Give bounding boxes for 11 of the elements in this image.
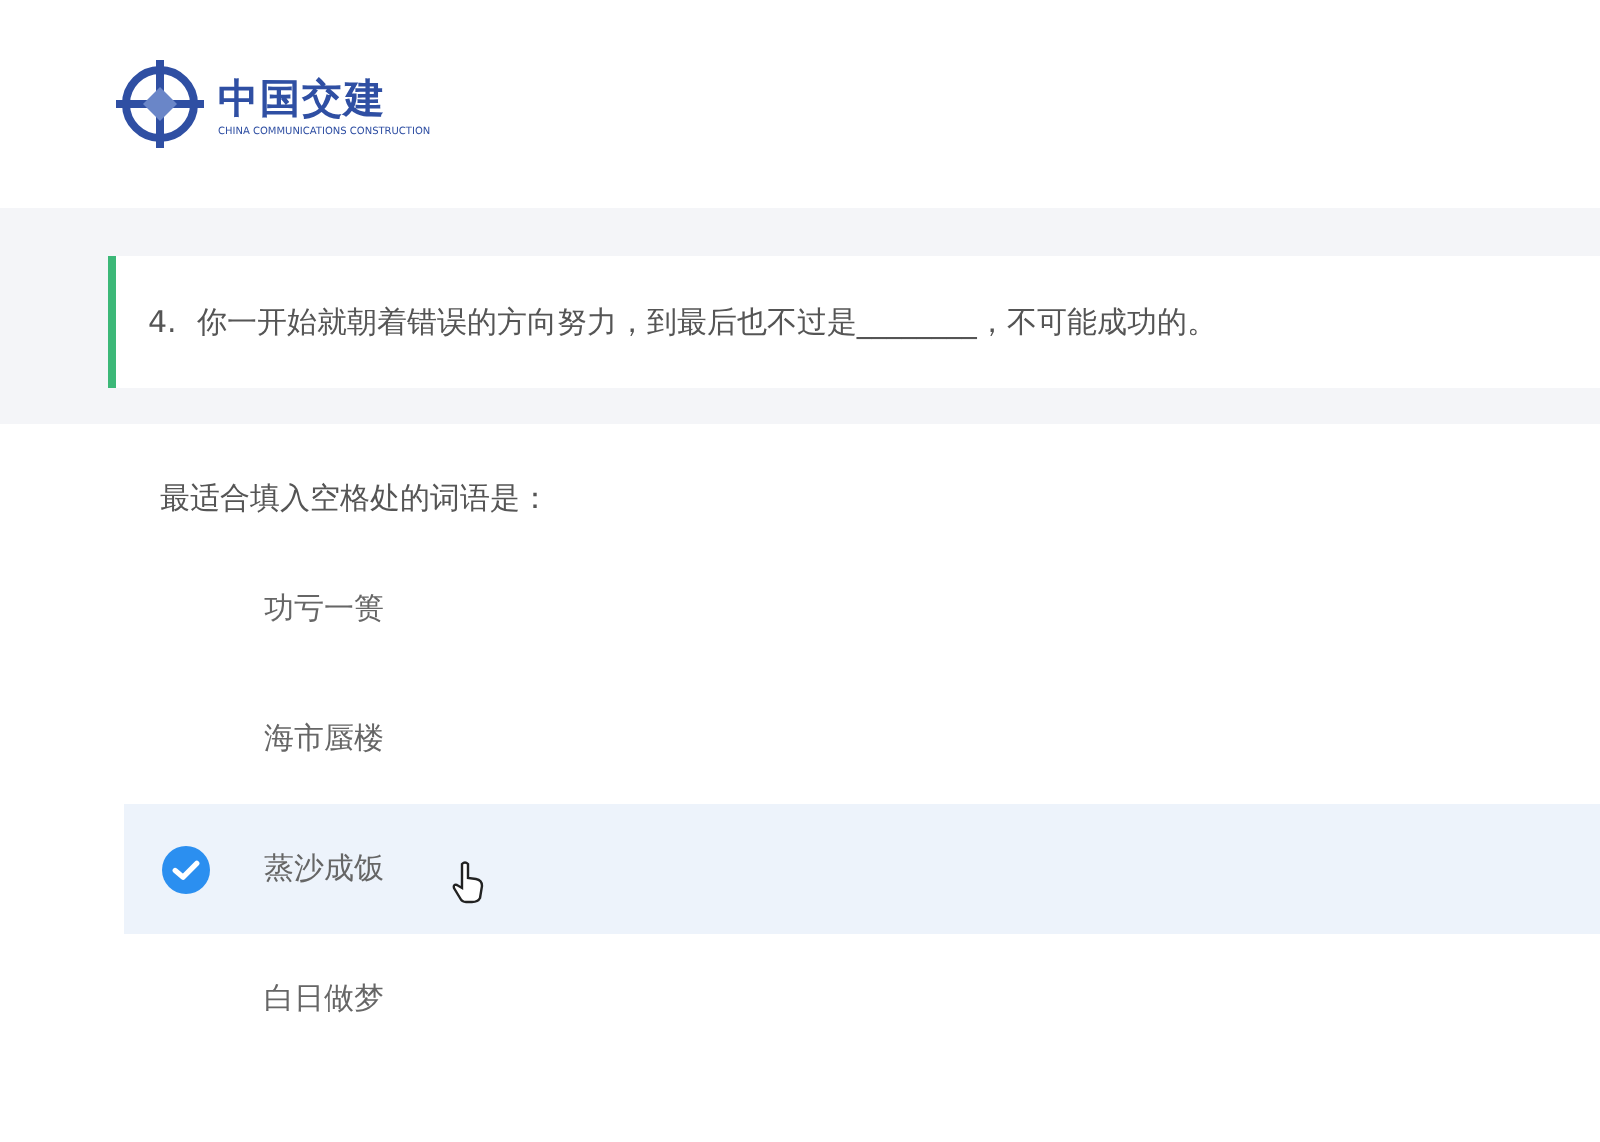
- answer-option[interactable]: 白日做梦: [124, 934, 1600, 1064]
- logo-name: 中国交建: [218, 71, 388, 125]
- logo-icon: [110, 54, 210, 154]
- question-number: 4.: [148, 304, 177, 340]
- check-icon: [162, 845, 210, 893]
- answer-option[interactable]: 功亏一篑: [124, 544, 1600, 674]
- pointer-hand-icon: [452, 859, 484, 903]
- answer-option[interactable]: 蒸沙成饭: [124, 804, 1600, 934]
- question-text: 你一开始就朝着错误的方向努力，到最后也不过是________，不可能成功的。: [196, 303, 1217, 341]
- answer-prompt: 最适合填入空格处的词语是：: [158, 480, 552, 520]
- answer-option[interactable]: 海市蜃楼: [124, 674, 1600, 804]
